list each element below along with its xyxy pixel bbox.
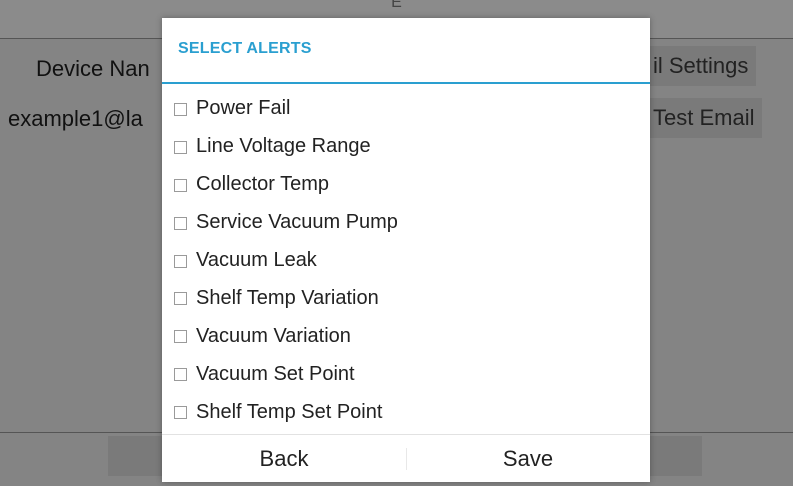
select-alerts-dialog: SELECT ALERTS Power Fail Line Voltage Ra… <box>162 18 650 482</box>
background-right-button[interactable] <box>650 436 702 476</box>
alert-option-label: Service Vacuum Pump <box>196 211 398 234</box>
checkbox-icon[interactable] <box>174 216 187 230</box>
device-name-label: Device Nan <box>36 56 150 81</box>
email-settings-button[interactable]: il Settings <box>645 46 757 86</box>
back-button[interactable]: Back <box>162 435 406 482</box>
alert-option-vacuum-variation[interactable]: Vacuum Variation <box>174 317 398 355</box>
alert-option-vacuum-leak[interactable]: Vacuum Leak <box>174 242 398 280</box>
alert-option-shelf-temp-variation[interactable]: Shelf Temp Variation <box>174 279 398 317</box>
alert-option-line-voltage-range[interactable]: Line Voltage Range <box>174 128 398 166</box>
alert-option-label: Vacuum Leak <box>196 249 317 271</box>
alert-option-label: Power Fail <box>196 97 291 120</box>
alert-options-list: Power Fail Line Voltage Range Collector … <box>174 90 398 431</box>
alert-option-label: Vacuum Set Point <box>196 362 355 385</box>
alert-option-service-vacuum-pump[interactable]: Service Vacuum Pump <box>174 204 398 242</box>
alert-option-label: Shelf Temp Variation <box>196 286 379 309</box>
checkbox-icon[interactable] <box>174 368 187 382</box>
dialog-title: SELECT ALERTS <box>178 40 312 57</box>
email-address-field[interactable]: example1@la <box>8 106 143 132</box>
save-button[interactable]: Save <box>406 435 650 482</box>
alert-option-power-fail[interactable]: Power Fail <box>174 90 398 128</box>
checkbox-icon[interactable] <box>174 254 187 268</box>
alert-option-collector-temp[interactable]: Collector Temp <box>174 166 398 204</box>
alert-option-label: Vacuum Variation <box>196 324 351 347</box>
checkbox-icon[interactable] <box>174 330 187 344</box>
checkbox-icon[interactable] <box>174 292 187 306</box>
alert-option-label: Collector Temp <box>196 173 330 196</box>
alert-option-label: Shelf Temp Set Point <box>196 400 383 423</box>
alert-option-shelf-temp-set-point[interactable]: Shelf Temp Set Point <box>174 393 398 431</box>
alert-option-label: Line Voltage Range <box>196 135 371 158</box>
test-email-button[interactable]: Test Email <box>645 98 763 138</box>
background-title: E <box>391 0 402 11</box>
checkbox-icon[interactable] <box>174 178 187 192</box>
title-divider <box>162 82 650 84</box>
alert-option-vacuum-set-point[interactable]: Vacuum Set Point <box>174 355 398 393</box>
checkbox-icon[interactable] <box>174 140 187 154</box>
checkbox-icon[interactable] <box>174 406 187 420</box>
checkbox-icon[interactable] <box>174 102 187 116</box>
background-left-button[interactable] <box>108 436 162 476</box>
